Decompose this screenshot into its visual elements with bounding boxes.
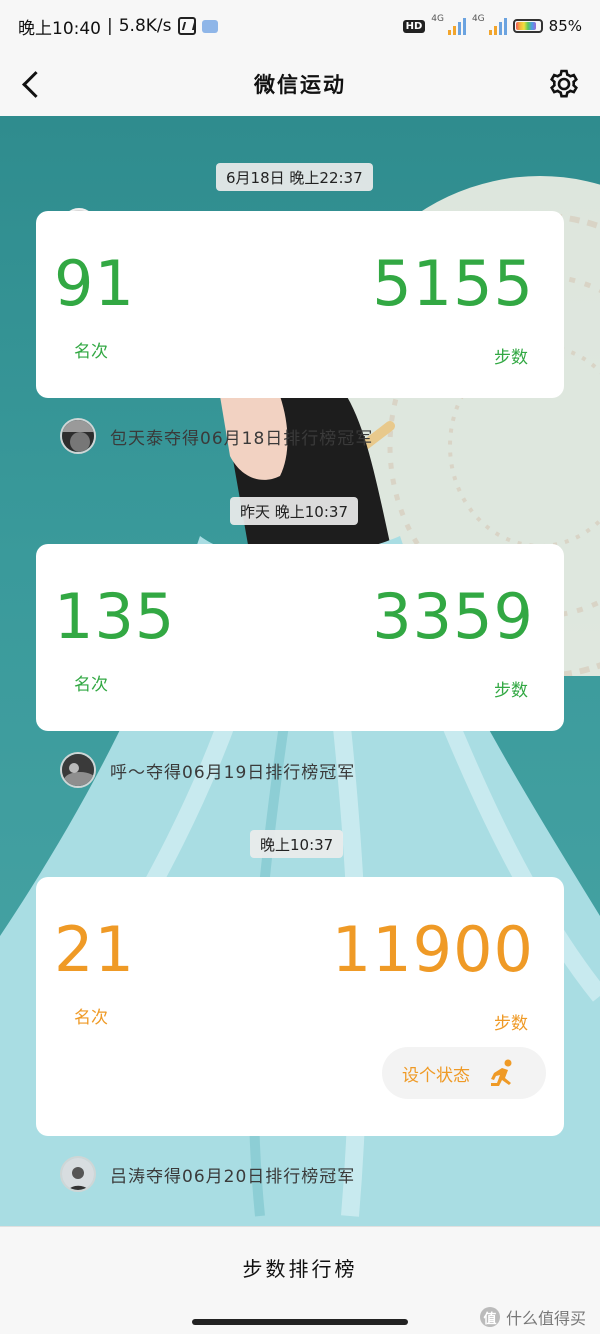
- steps-label: 步数: [494, 348, 528, 368]
- champion-row[interactable]: 呼～夺得06月19日排行榜冠军: [60, 752, 355, 788]
- hd-icon: HD: [402, 19, 426, 33]
- status-time: 晚上10:40: [18, 18, 101, 39]
- time-chip: 昨天 晚上10:37: [230, 497, 358, 525]
- message-icon: [201, 19, 218, 33]
- champion-avatar[interactable]: [60, 418, 96, 454]
- champion-avatar[interactable]: [60, 1156, 96, 1192]
- champion-row[interactable]: 包天泰夺得06月18日排行榜冠军: [60, 418, 373, 454]
- avatar-image: [62, 420, 94, 452]
- battery-icon: [512, 19, 543, 33]
- status-bar: 晚上10:40 | 5.8K/s HD 4G 4G 85%: [0, 0, 600, 52]
- rank-label: 名次: [74, 342, 108, 362]
- page-title: 微信运动: [254, 73, 346, 97]
- champion-text: 吕涛夺得06月20日排行榜冠军: [110, 1166, 356, 1187]
- steps-value: 3359: [372, 580, 534, 653]
- watermark-text: 什么值得买: [505, 1309, 586, 1328]
- status-left: 晚上10:40 | 5.8K/s: [18, 14, 218, 39]
- watermark: 值 什么值得买: [479, 1305, 586, 1329]
- status-right: HD 4G 4G 85%: [402, 14, 582, 35]
- avatar-image: [62, 1158, 94, 1190]
- watermark-logo: 值: [479, 1307, 500, 1327]
- step-card[interactable]: 21 11900 名次 步数 设个状态: [36, 877, 564, 1136]
- champion-text: 包天泰夺得06月18日排行榜冠军: [110, 428, 374, 449]
- step-card[interactable]: 91 5155 名次 步数: [36, 211, 564, 398]
- bottom-bar: 步数排行榜 值 什么值得买: [0, 1226, 600, 1334]
- leaderboard-button[interactable]: 步数排行榜: [0, 1227, 600, 1307]
- back-button[interactable]: [16, 66, 52, 102]
- network-label-2: 4G: [471, 14, 485, 24]
- battery-percent: 85%: [548, 17, 582, 35]
- rank-label: 名次: [74, 675, 108, 695]
- steps-value: 5155: [372, 247, 534, 320]
- champion-row[interactable]: 吕涛夺得06月20日排行榜冠军: [60, 1156, 355, 1192]
- rank-value: 91: [54, 247, 135, 320]
- signal-icon: [447, 17, 466, 35]
- time-chip: 晚上10:37: [250, 830, 344, 858]
- time-chip: 6月18日 晚上22:37: [216, 163, 373, 191]
- signal-icon-2: [488, 17, 507, 35]
- rank-value: 135: [54, 580, 176, 653]
- avatar-image: [62, 754, 94, 786]
- set-status-button[interactable]: 设个状态: [382, 1047, 546, 1099]
- steps-label: 步数: [494, 1014, 528, 1034]
- champion-text: 呼～夺得06月19日排行榜冠军: [110, 762, 356, 783]
- running-person-icon: [491, 1059, 512, 1086]
- set-status-label: 设个状态: [402, 1065, 470, 1086]
- gear-icon: [550, 69, 578, 98]
- home-indicator[interactable]: [192, 1319, 408, 1325]
- rank-value: 21: [54, 913, 135, 986]
- steps-value: 11900: [331, 913, 534, 986]
- nfc-icon: [177, 17, 196, 35]
- step-card[interactable]: 135 3359 名次 步数: [36, 544, 564, 731]
- steps-label: 步数: [494, 681, 528, 701]
- champion-avatar[interactable]: [60, 752, 96, 788]
- rank-label: 名次: [74, 1008, 108, 1028]
- settings-button[interactable]: [546, 66, 582, 102]
- status-divider: |: [107, 16, 113, 36]
- network-label-1: 4G: [431, 14, 444, 24]
- network-speed: 5.8K/s: [118, 16, 172, 36]
- app-header: 微信运动: [0, 52, 600, 116]
